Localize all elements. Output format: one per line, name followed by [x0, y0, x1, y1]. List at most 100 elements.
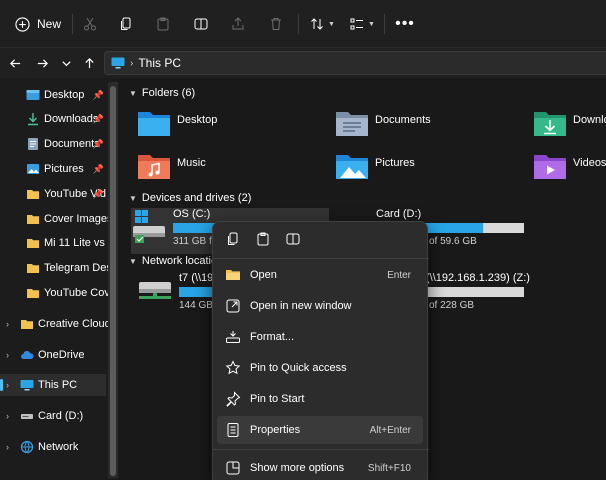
folder-desktop[interactable]: Desktop — [137, 108, 217, 148]
sidebar-item-onedrive[interactable]: › OneDrive — [0, 344, 108, 366]
list-view-icon — [350, 18, 364, 30]
folder-music[interactable]: Music — [137, 151, 206, 191]
forward-button[interactable] — [32, 53, 52, 73]
folder-downloads[interactable]: Downlo — [533, 108, 606, 148]
chevron-right-icon[interactable]: › — [6, 319, 9, 329]
context-paste-button[interactable] — [255, 231, 271, 247]
sidebar-item-label: Cover Images — [44, 213, 108, 225]
menu-item-properties[interactable]: Properties Alt+Enter — [217, 416, 423, 444]
folder-icon — [27, 190, 39, 199]
sidebar-item-network[interactable]: › Network — [0, 436, 108, 458]
sidebar-item-youtube-cover[interactable]: YouTube Cover — [0, 282, 108, 304]
menu-item-open-new-window[interactable]: Open in new window — [217, 292, 423, 320]
recent-locations-button[interactable] — [56, 53, 76, 73]
menu-item-pin-quick-access[interactable]: Pin to Quick access — [217, 354, 423, 382]
cut-button[interactable] — [80, 12, 100, 36]
scrollbar-thumb[interactable] — [110, 86, 116, 476]
shortcut-label: Alt+Enter — [369, 424, 411, 436]
sort-button[interactable]: ▼ — [308, 12, 336, 36]
chevron-right-icon[interactable]: › — [6, 380, 9, 390]
more-options-button[interactable]: ••• — [394, 12, 416, 36]
folder-open-icon — [225, 267, 241, 283]
breadcrumb-this-pc[interactable]: This PC — [138, 56, 181, 70]
drives-section-header[interactable]: ▼ Devices and drives (2) — [129, 192, 251, 204]
sidebar-item-label: Documents — [44, 138, 100, 150]
pin-icon: 📌 — [92, 163, 104, 174]
sidebar-item-cover-images[interactable]: Cover Images — [0, 208, 108, 230]
chevron-down-icon: ▼ — [368, 20, 375, 28]
sidebar-item-downloads[interactable]: Downloads 📌 — [0, 108, 108, 130]
folders-section-header[interactable]: ▼ Folders (6) — [129, 87, 195, 99]
monitor-icon — [111, 57, 125, 69]
chevron-right-icon[interactable]: › — [6, 442, 9, 452]
delete-button[interactable] — [266, 12, 286, 36]
clipboard-icon — [157, 17, 169, 31]
view-button[interactable]: ▼ — [348, 12, 376, 36]
folder-icon — [27, 289, 39, 298]
breadcrumb-chevron-icon: › — [130, 57, 134, 69]
plus-circle-icon — [15, 16, 30, 32]
cloud-icon — [21, 350, 34, 359]
sidebar-item-documents[interactable]: Documents 📌 — [0, 133, 108, 155]
pin-icon: 📌 — [92, 188, 104, 199]
drive-size: 311 GB f — [173, 236, 212, 247]
sidebar-item-desktop[interactable]: Desktop 📌 — [0, 84, 108, 106]
sidebar-item-creative-cloud[interactable]: › Creative Cloud Fi — [0, 313, 108, 335]
toolbar-divider — [72, 14, 73, 34]
drive-size: of 59.6 GB — [429, 236, 477, 247]
folder-icon — [21, 320, 33, 329]
downloads-folder-icon — [534, 112, 566, 136]
pin-icon: 📌 — [92, 138, 104, 149]
chevron-down-icon: ▼ — [129, 256, 137, 266]
sidebar-item-pictures[interactable]: Pictures 📌 — [0, 158, 108, 180]
pin-icon: 📌 — [92, 113, 104, 124]
clipboard-icon — [257, 232, 269, 246]
rename-button[interactable] — [191, 12, 211, 36]
open-new-window-icon — [225, 298, 241, 314]
sidebar-item-label: Creative Cloud Fi — [38, 318, 108, 330]
desktop-folder-icon — [138, 112, 170, 136]
new-button-label: New — [36, 17, 61, 31]
menu-item-open[interactable]: Open Enter — [217, 261, 423, 289]
sidebar-item-card-d[interactable]: › Card (D:) — [0, 405, 108, 427]
sort-icon — [311, 18, 323, 30]
drive-name: (\\192.168.1.239) (Z:) — [426, 272, 530, 284]
folder-videos[interactable]: Videos — [533, 151, 606, 191]
context-menu: Open Enter Open in new window Format... … — [212, 221, 429, 480]
share-button[interactable] — [228, 12, 248, 36]
drive-name: Card (D:) — [376, 208, 422, 220]
chevron-right-icon[interactable]: › — [6, 411, 9, 421]
chevron-down-icon: ▼ — [129, 193, 137, 203]
arrow-up-icon — [84, 57, 94, 68]
sidebar-item-label: Desktop — [44, 89, 85, 101]
sidebar-scrollbar[interactable] — [108, 82, 118, 478]
chevron-right-icon[interactable]: › — [6, 350, 9, 360]
folder-pictures[interactable]: Pictures — [335, 151, 415, 191]
back-button[interactable] — [5, 53, 25, 73]
sidebar-item-mi11[interactable]: Mi 11 Lite vs iQ — [0, 232, 108, 254]
pin-icon — [225, 391, 241, 407]
trash-icon — [271, 18, 281, 30]
menu-item-show-more-options[interactable]: Show more options Shift+F10 — [217, 454, 423, 480]
sidebar-item-telegram[interactable]: Telegram Deskto — [0, 257, 108, 279]
videos-folder-icon — [534, 155, 566, 179]
shortcut-label: Shift+F10 — [367, 462, 411, 474]
context-rename-button[interactable] — [285, 231, 301, 247]
drive-usage-fill — [179, 287, 217, 297]
chevron-down-icon: ▼ — [129, 88, 137, 98]
sidebar-item-this-pc[interactable]: › This PC — [0, 374, 106, 396]
new-button[interactable]: New — [10, 12, 66, 36]
copy-button[interactable] — [116, 12, 136, 36]
copy-icon — [228, 232, 238, 245]
menu-item-pin-start[interactable]: Pin to Start — [217, 385, 423, 413]
drive-size: of 228 GB — [429, 300, 475, 311]
menu-item-format[interactable]: Format... — [217, 323, 423, 351]
address-bar[interactable]: › This PC — [104, 51, 606, 75]
folder-icon — [27, 215, 39, 224]
context-copy-button[interactable] — [225, 231, 241, 247]
paste-button[interactable] — [153, 12, 173, 36]
folder-documents[interactable]: Documents — [335, 108, 431, 148]
sidebar-item-youtube-vid[interactable]: YouTube Vid 📌 — [0, 183, 108, 205]
up-button[interactable] — [79, 53, 99, 73]
folder-icon — [27, 264, 39, 273]
